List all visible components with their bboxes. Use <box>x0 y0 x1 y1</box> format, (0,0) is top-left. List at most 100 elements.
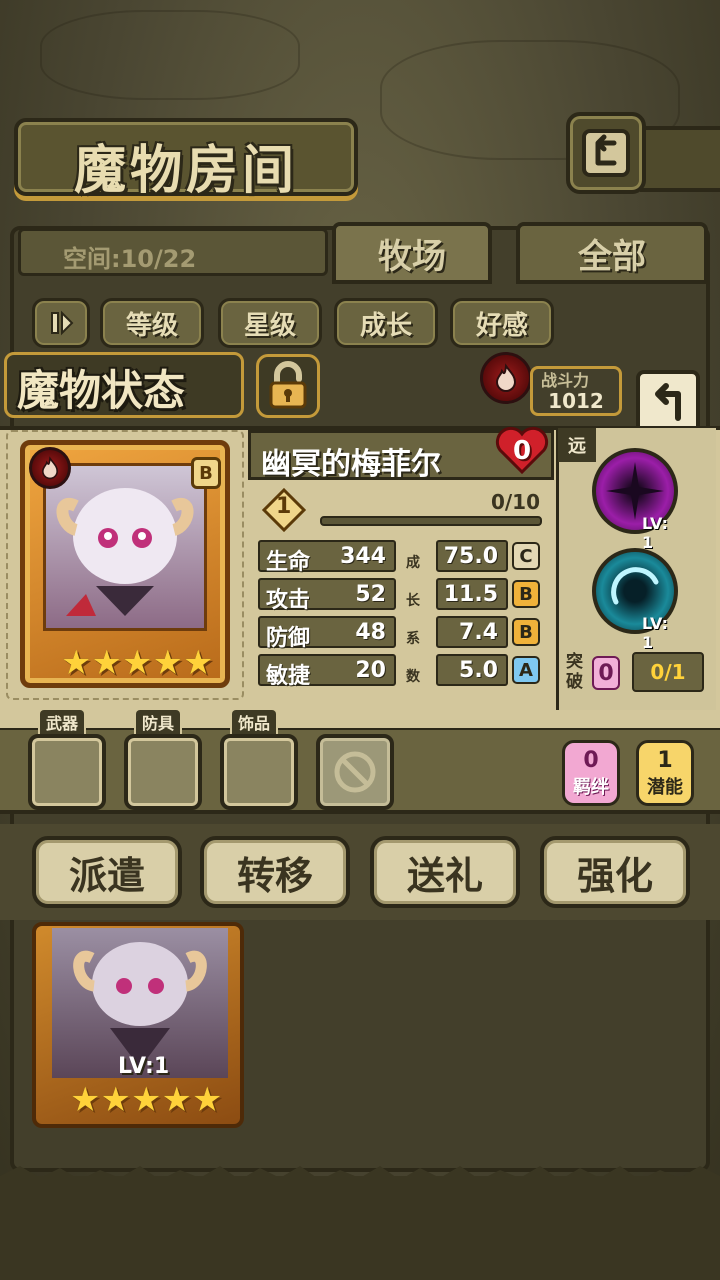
monster-name: 幽冥的梅菲尔 <box>261 447 441 482</box>
grade-badge-attack: B <box>512 580 540 608</box>
weapon-slot[interactable] <box>28 734 106 810</box>
bottom-background <box>0 1176 720 1280</box>
bond-button[interactable]: 0 羁绊 <box>562 740 620 806</box>
level-badge: 1 <box>261 487 307 533</box>
star-icon: ★ <box>130 1080 162 1120</box>
enhance-button[interactable]: 强化 <box>540 836 690 908</box>
combat-power-box: 战斗力 1012 <box>530 366 622 416</box>
breakthrough-count: 0/1 <box>632 652 704 692</box>
growth-value: 5.0 <box>459 658 498 683</box>
return-button[interactable] <box>636 370 700 434</box>
page-title: 魔物房间 <box>73 140 298 201</box>
sort-level-button[interactable]: 等级 <box>100 298 204 348</box>
sort-toggle-button[interactable] <box>32 298 90 348</box>
growth-value: 75.0 <box>443 544 498 569</box>
growth-attack: 11.5 <box>436 578 508 610</box>
transfer-button[interactable]: 转移 <box>200 836 350 908</box>
grade-badge-hp: C <box>512 542 540 570</box>
pause-sort-icon <box>51 310 74 336</box>
stat-attack: 攻击 52 <box>258 578 396 613</box>
star-icon: ★ <box>91 643 122 683</box>
breakthrough-badge: 0 <box>592 656 620 690</box>
monster-character-image <box>56 488 194 616</box>
sort-affection-button[interactable]: 好感 <box>450 298 554 348</box>
affection-value: 0 <box>512 436 532 466</box>
card-level: LV:1 <box>118 1054 170 1079</box>
prohibited-icon <box>334 751 376 793</box>
exp-text: 0/10 <box>490 490 540 514</box>
accessory-slot[interactable] <box>220 734 298 810</box>
tab-ranch[interactable]: 牧场 <box>332 222 492 284</box>
monster-list-card[interactable]: LV:1 ★ ★ ★ ★ ★ <box>32 922 244 1128</box>
card-star-rating: ★ ★ ★ ★ ★ <box>70 1080 222 1120</box>
status-title: 魔物状态 <box>17 366 186 415</box>
back-button-tail <box>640 126 720 192</box>
sort-growth-button[interactable]: 成长 <box>334 298 438 348</box>
range-tag: 远 <box>558 428 596 462</box>
stat-value: 20 <box>355 658 386 683</box>
growth-label-char: 数 <box>406 669 420 685</box>
growth-value: 11.5 <box>443 582 498 607</box>
affection-heart: 0 <box>494 426 550 476</box>
level-value: 1 <box>276 494 292 519</box>
potential-label: 潜能 <box>647 776 683 798</box>
back-button[interactable] <box>566 112 646 194</box>
stat-value: 344 <box>340 544 386 569</box>
exp-bar <box>320 516 542 526</box>
stat-agility: 敏捷 20 <box>258 654 396 689</box>
stat-name: 防御 <box>266 626 311 651</box>
stat-name: 攻击 <box>266 588 311 613</box>
star-icon: ★ <box>191 1080 223 1120</box>
star-icon: ★ <box>182 643 214 683</box>
star-icon: ★ <box>161 1080 192 1120</box>
stat-hp: 生命 344 <box>258 540 396 575</box>
armor-slot[interactable] <box>124 734 202 810</box>
growth-label-char: 成 <box>406 555 420 571</box>
stat-defense: 防御 48 <box>258 616 396 651</box>
growth-agility: 5.0 <box>436 654 508 686</box>
fire-element-badge <box>480 352 532 404</box>
stat-name: 生命 <box>266 550 311 575</box>
star-icon: ★ <box>121 643 153 683</box>
locked-slot <box>316 734 394 810</box>
combat-power-value: 1012 <box>548 389 604 413</box>
potential-button[interactable]: 1 潜能 <box>636 740 694 806</box>
level-row: 1 0/10 <box>258 487 548 534</box>
growth-label-char: 长 <box>406 593 420 609</box>
padlock-icon <box>269 361 307 409</box>
tab-all[interactable]: 全部 <box>516 222 708 284</box>
grade-badge-agility: A <box>512 656 540 684</box>
star-icon: ★ <box>152 643 183 683</box>
potential-value: 1 <box>657 747 673 773</box>
dispatch-button[interactable]: 派遣 <box>32 836 182 908</box>
growth-value: 7.4 <box>459 620 498 645</box>
growth-hp: 75.0 <box>436 540 508 572</box>
breakthrough-label: 突破 <box>566 652 583 692</box>
skill-slot-2[interactable]: LV: 1 <box>592 548 678 652</box>
grade-badge-defense: B <box>512 618 540 646</box>
skill-slot-1[interactable]: LV: 1 <box>592 448 678 552</box>
gift-button[interactable]: 送礼 <box>370 836 520 908</box>
sort-star-button[interactable]: 星级 <box>218 298 322 348</box>
back-arrow-icon <box>582 129 630 177</box>
bond-value: 0 <box>583 747 599 773</box>
return-arrow-icon <box>655 383 681 421</box>
skill-level: LV: 1 <box>642 614 669 652</box>
skill-level: LV: 1 <box>642 514 669 552</box>
growth-defense: 7.4 <box>436 616 508 648</box>
star-icon: ★ <box>100 1080 131 1120</box>
star-icon: ★ <box>70 1080 101 1120</box>
space-capacity-text: 空间:10/22 <box>63 245 197 273</box>
status-title-plate: 魔物状态 <box>4 352 244 418</box>
rank-badge: B <box>191 457 221 489</box>
space-capacity-bar: 空间:10/22 <box>18 228 328 276</box>
lock-button[interactable] <box>256 354 320 418</box>
stat-value: 48 <box>355 620 386 645</box>
monster-portrait[interactable]: B ★ ★ ★ ★ ★ <box>20 440 230 688</box>
fire-icon <box>41 456 59 480</box>
star-rating: ★ ★ ★ ★ ★ <box>61 643 213 683</box>
combat-power-label: 战斗力 <box>541 371 590 390</box>
monster-artwork <box>43 463 207 631</box>
breakthrough-row: 突破 0 0/1 <box>562 650 710 696</box>
weapon-slot-label: 武器 <box>38 708 87 734</box>
